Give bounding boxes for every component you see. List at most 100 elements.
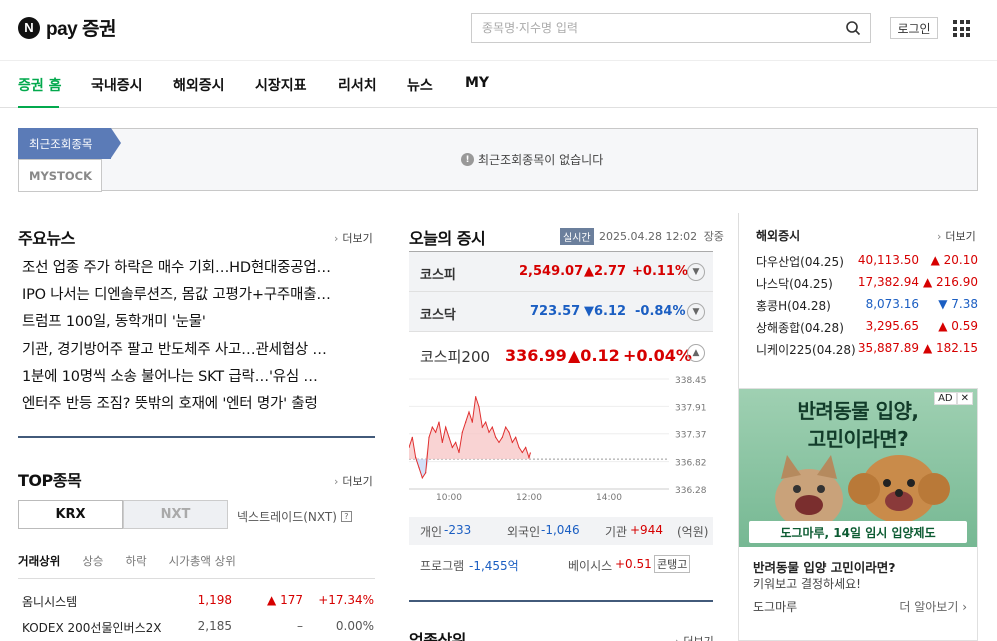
logo-text: pay 증권 xyxy=(46,19,116,40)
help-icon[interactable]: ? xyxy=(340,511,352,522)
overseas-row[interactable]: 상해종합(04.28) 3,295.65 ▲ 0.59 xyxy=(756,319,978,341)
index-name: 코스닥 xyxy=(420,308,456,323)
toggle-krx[interactable]: KRX xyxy=(18,500,123,529)
subtab-marketcap[interactable]: 시가총액 상위 xyxy=(169,553,236,569)
series-point xyxy=(521,451,523,454)
overseas-row[interactable]: 다우산업(04.25) 40,113.50 ▲ 20.10 xyxy=(756,253,978,275)
overseas-name: 나스닥(04.25) xyxy=(756,277,833,291)
ad-learn-more-link[interactable]: 더 알아보기 › xyxy=(899,598,967,615)
news-item[interactable]: 엔터주 반등 조짐? 뜻밖의 호재에 '엔터 명가' 출렁 xyxy=(22,392,374,419)
stock-price: 2,185 xyxy=(197,619,232,633)
overseas-row[interactable]: 니케이225(04.28) 35,887.89 ▲ 182.15 xyxy=(756,341,978,363)
subtab-volume[interactable]: 거래상위 xyxy=(18,553,60,569)
series-point xyxy=(475,396,477,398)
news-more-link[interactable]: 더보기 xyxy=(334,230,372,246)
overseas-change: ▲ 182.15 xyxy=(922,341,978,355)
table-row[interactable]: 옴니시스템 1,198 ▲ 177 +17.34% xyxy=(22,593,374,617)
news-item[interactable]: 트럼프 100일, 동학개미 '눈물' xyxy=(22,310,374,337)
overseas-value: 17,382.94 xyxy=(857,275,919,289)
index-row-kospi[interactable]: 코스피 2,549.07 ▲2.77 +0.11% ▼ xyxy=(409,252,713,292)
news-item[interactable]: IPO 나서는 디엔솔루션즈, 몸값 고평가+구주매출… xyxy=(22,283,374,310)
ad-banner[interactable]: 반려동물 입양, 고민이라면? 도그마루, 14일 임시 입양제도 AD ✕ 반… xyxy=(738,388,978,641)
chevron-down-icon[interactable]: ▼ xyxy=(687,263,705,281)
logo[interactable]: N pay 증권 xyxy=(18,14,116,41)
series-point xyxy=(458,451,460,454)
top-more-link[interactable]: 더보기 xyxy=(334,473,372,489)
live-badge: 실시간 xyxy=(560,228,594,245)
series-point xyxy=(411,436,413,438)
index-row-kosdaq[interactable]: 코스닥 723.57 ▼6.12 -0.84% ▼ xyxy=(409,292,713,332)
x-tick-label: 14:00 xyxy=(596,493,622,503)
app-grid-icon[interactable] xyxy=(953,20,970,37)
toggle-nxt[interactable]: NXT xyxy=(123,500,228,529)
news-list: 조선 업종 주가 하락은 매수 기회…HD현대중공업… IPO 나서는 디엔솔루… xyxy=(22,256,374,419)
news-item[interactable]: 기관, 경기방어주 팔고 반도체주 사고…관세협상 … xyxy=(22,338,374,365)
header: N pay 증권 로그인 xyxy=(0,0,997,56)
series-point xyxy=(485,421,487,423)
news-divider xyxy=(18,436,375,438)
overseas-more-link[interactable]: 더보기 xyxy=(937,228,975,244)
market-divider xyxy=(409,600,713,602)
institution-value: +944 xyxy=(630,523,663,537)
stock-name: KODEX 200선물인버스2X xyxy=(22,621,162,635)
search-box xyxy=(471,13,871,43)
series-point xyxy=(495,436,497,438)
subtab-fall[interactable]: 하락 xyxy=(126,553,147,569)
series-point xyxy=(515,436,517,438)
series-point xyxy=(508,431,510,433)
x-tick-label: 10:00 xyxy=(436,493,462,503)
tab-mystock[interactable]: MYSTOCK xyxy=(18,159,102,192)
naver-logo-icon: N xyxy=(18,16,40,39)
y-tick-label: 336.82 xyxy=(675,459,707,469)
close-icon[interactable]: ✕ xyxy=(956,392,973,405)
series-point xyxy=(528,456,530,459)
ad-label: AD xyxy=(934,392,957,405)
nav-item-indicators[interactable]: 시장지표 xyxy=(255,75,307,95)
search-icon[interactable] xyxy=(845,20,861,36)
y-tick-label: 337.37 xyxy=(675,431,707,441)
nav-item-home[interactable]: 증권 홈 xyxy=(18,75,62,95)
overseas-change: ▲ 216.90 xyxy=(922,275,978,289)
series-point xyxy=(481,426,483,428)
news-item[interactable]: 조선 업종 주가 하락은 매수 기회…HD현대중공업… xyxy=(22,256,374,283)
login-button[interactable]: 로그인 xyxy=(890,17,938,39)
stock-name: 옴니시스템 xyxy=(22,595,78,609)
ad-mark: AD ✕ xyxy=(934,392,973,405)
series-point xyxy=(431,426,433,428)
stock-change: ▲ 177 xyxy=(267,593,303,607)
overseas-row[interactable]: 나스닥(04.25) 17,382.94 ▲ 216.90 xyxy=(756,275,978,297)
index-value: 723.57 xyxy=(530,304,581,319)
kospi200-chart: 338.45 337.91 337.37 336.82 336.28 10:00 12:00… xyxy=(409,376,707,503)
search-input[interactable] xyxy=(472,14,832,42)
overseas-name: 홍콩H(04.28) xyxy=(756,299,831,313)
index-change: ▼6.12 xyxy=(584,304,627,319)
unit-label: (억원) xyxy=(677,525,709,539)
nav-item-my[interactable]: MY xyxy=(465,75,489,91)
basis-value: +0.51 xyxy=(615,557,652,571)
series-point xyxy=(415,456,417,459)
nav-item-domestic[interactable]: 국내증시 xyxy=(91,75,143,95)
overseas-name: 다우산업(04.25) xyxy=(756,255,844,269)
basis-state-badge: 콘탱고 xyxy=(654,555,691,573)
overseas-row[interactable]: 홍콩H(04.28) 8,073.16 ▼ 7.38 xyxy=(756,297,978,319)
series-point xyxy=(455,441,457,443)
series-point xyxy=(525,446,527,449)
chevron-up-icon[interactable]: ▲ xyxy=(687,344,705,362)
tab-recent-stocks[interactable]: 최근조회종목 xyxy=(18,128,121,159)
program-value: -1,455억 xyxy=(469,559,519,573)
news-item[interactable]: 1분에 10명씩 소송 불어나는 SKT 급락…'유심 … xyxy=(22,365,374,392)
table-row[interactable]: KODEX 200선물인버스2X 2,185 – 0.00% xyxy=(22,619,374,641)
sector-more-link[interactable]: 더보기 xyxy=(675,633,713,641)
ad-image[interactable]: 반려동물 입양, 고민이라면? 도그마루, 14일 임시 입양제도 AD ✕ xyxy=(739,389,977,547)
nav-item-overseas[interactable]: 해외증시 xyxy=(173,75,225,95)
chevron-down-icon[interactable]: ▼ xyxy=(687,303,705,321)
overseas-title: 해외증시 xyxy=(756,229,801,243)
series-point xyxy=(428,436,430,438)
series-point xyxy=(478,406,480,408)
subtab-rise[interactable]: 상승 xyxy=(82,553,103,569)
ad-title[interactable]: 반려동물 입양 고민이라면? xyxy=(753,557,895,576)
overseas-value: 35,887.89 xyxy=(857,341,919,355)
nav-item-research[interactable]: 리서치 xyxy=(338,75,377,95)
nav-item-news[interactable]: 뉴스 xyxy=(407,75,433,95)
ad-headline: 반려동물 입양, 고민이라면? xyxy=(739,397,977,453)
